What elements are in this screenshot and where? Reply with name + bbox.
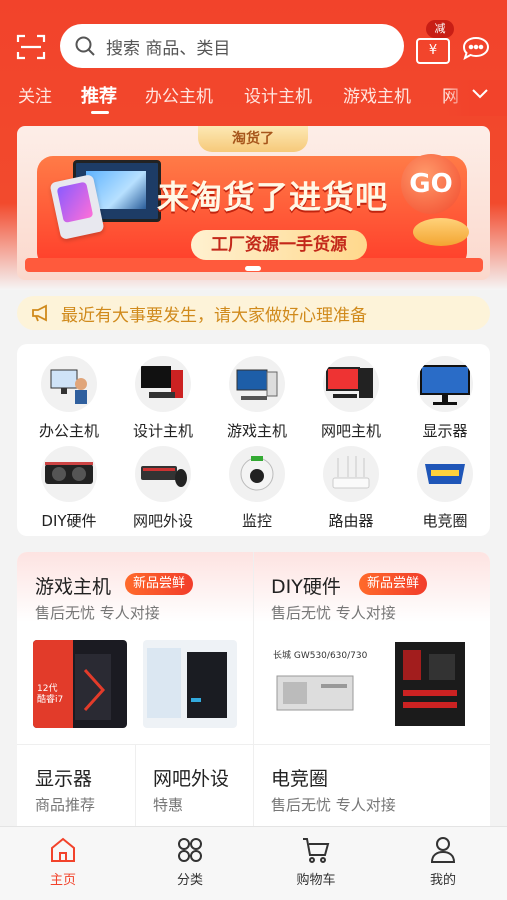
- category-netcafe-pc[interactable]: 网吧主机: [304, 356, 398, 441]
- category-peripheral[interactable]: 网吧外设: [116, 446, 210, 531]
- section-title-peripheral[interactable]: 网吧外设: [153, 764, 229, 791]
- office-pc-icon: [41, 356, 97, 412]
- category-label: 显示器: [422, 422, 468, 440]
- product-section: 游戏主机 新品尝鲜 售后无忧 专人对接 12代 酷睿i7 DIY硬件 新品尝鲜 …: [17, 552, 490, 852]
- scan-icon[interactable]: [16, 34, 46, 60]
- netcafe-pc-icon: [323, 356, 379, 412]
- nav-label: 主页: [49, 873, 76, 888]
- category-grid: 办公主机 设计主机 游戏主机 网吧主机 显示器 DIY硬件 网吧外设 监控 路由…: [17, 344, 490, 536]
- divider: [253, 552, 254, 852]
- category-diy[interactable]: DIY硬件: [22, 446, 116, 531]
- announcement-bar[interactable]: 最近有大事要发生，请大家做好心理准备: [17, 296, 490, 330]
- monitor-icon: [417, 356, 473, 412]
- tab-recommend[interactable]: 推荐: [81, 82, 117, 108]
- nav-profile[interactable]: 我的: [403, 835, 483, 888]
- category-label: 路由器: [328, 512, 374, 530]
- search-placeholder: 搜索 商品、类目: [106, 38, 231, 59]
- category-office-pc[interactable]: 办公主机: [22, 356, 116, 441]
- category-label: 办公主机: [38, 422, 99, 440]
- nav-label: 我的: [429, 873, 456, 888]
- category-monitor[interactable]: 显示器: [398, 356, 492, 441]
- search-input[interactable]: 搜索 商品、类目: [60, 24, 404, 68]
- divider: [17, 744, 490, 745]
- gaming-pc-icon: [229, 356, 285, 412]
- bottom-navigation: 主页 分类 购物车 我的: [0, 826, 507, 900]
- banner-tag: 淘货了: [198, 126, 308, 152]
- section-title-diy[interactable]: DIY硬件: [271, 572, 341, 599]
- category-surveillance[interactable]: 监控: [210, 446, 304, 531]
- section-subtitle: 特惠: [153, 796, 184, 814]
- coupon-badge: 减: [426, 20, 454, 38]
- tab-gaming-pc[interactable]: 游戏主机: [343, 82, 411, 107]
- camera-icon: [229, 446, 285, 502]
- category-label: 监控: [241, 512, 272, 530]
- section-subtitle: 商品推荐: [35, 796, 96, 814]
- banner-coin-image: [413, 218, 469, 246]
- tab-design-pc[interactable]: 设计主机: [244, 82, 312, 107]
- announcement-text: 最近有大事要发生，请大家做好心理准备: [61, 305, 367, 326]
- section-subtitle: 售后无忧 专人对接: [271, 604, 396, 622]
- section-subtitle: 售后无忧 专人对接: [35, 604, 160, 622]
- nav-cart[interactable]: 购物车: [276, 835, 356, 888]
- home-icon: [51, 837, 75, 862]
- category-gaming-pc[interactable]: 游戏主机: [210, 356, 304, 441]
- product-label: 长城 GW530/630/730: [273, 651, 368, 661]
- section-title-esports[interactable]: 电竞圈: [271, 764, 328, 791]
- category-router[interactable]: 路由器: [304, 446, 398, 531]
- search-icon: [75, 36, 95, 56]
- new-badge: 新品尝鲜: [359, 573, 428, 595]
- active-tab-indicator: [91, 111, 109, 114]
- banner-pagination: [245, 266, 261, 271]
- section-subtitle: 售后无忧 专人对接: [271, 796, 396, 814]
- category-tabs: 关注 推荐 办公主机 设计主机 游戏主机 网: [0, 80, 507, 120]
- design-pc-icon: [135, 356, 191, 412]
- product-label: 12代 酷睿i7: [37, 684, 64, 705]
- coupon-button[interactable]: 减 ¥: [416, 20, 454, 66]
- banner-go-button: GO: [401, 154, 461, 214]
- category-label: 网吧主机: [320, 422, 381, 440]
- banner-subtitle: 工厂资源一手货源: [191, 230, 367, 260]
- chevron-down-icon[interactable]: [470, 86, 490, 102]
- tab-office-pc[interactable]: 办公主机: [145, 82, 213, 107]
- new-badge: 新品尝鲜: [125, 573, 194, 595]
- coupon-icon: ¥: [416, 38, 450, 64]
- section-title-gaming[interactable]: 游戏主机: [35, 572, 111, 599]
- cart-icon: [303, 838, 330, 863]
- chat-icon[interactable]: [462, 36, 490, 60]
- tab-follow[interactable]: 关注: [18, 82, 52, 107]
- section-title-monitor[interactable]: 显示器: [35, 764, 92, 791]
- nav-home[interactable]: 主页: [23, 835, 103, 888]
- product-gaming-pc-2[interactable]: [143, 640, 237, 728]
- peripheral-icon: [135, 446, 191, 502]
- category-label: 电竞圈: [422, 512, 468, 530]
- category-label: 网吧外设: [132, 512, 193, 530]
- category-esports[interactable]: 电竞圈: [398, 446, 492, 531]
- esports-icon: [417, 446, 473, 502]
- nav-label: 购物车: [296, 873, 336, 888]
- nav-label: 分类: [176, 873, 203, 888]
- top-bar: 搜索 商品、类目 减 ¥: [0, 20, 507, 72]
- gpu-icon: [41, 446, 97, 502]
- category-label: 游戏主机: [226, 422, 287, 440]
- category-label: DIY硬件: [41, 512, 97, 530]
- category-label: 设计主机: [132, 422, 193, 440]
- megaphone-icon: [32, 304, 47, 322]
- nav-category[interactable]: 分类: [150, 835, 230, 888]
- profile-icon: [430, 837, 456, 863]
- promo-banner[interactable]: 淘货了 来淘货了进货吧 GO 工厂资源一手货源: [17, 126, 490, 280]
- category-design-pc[interactable]: 设计主机: [116, 356, 210, 441]
- router-icon: [323, 446, 379, 502]
- category-icon: [178, 838, 202, 862]
- product-motherboard[interactable]: [383, 640, 477, 728]
- banner-title: 来淘货了进货吧: [157, 178, 389, 216]
